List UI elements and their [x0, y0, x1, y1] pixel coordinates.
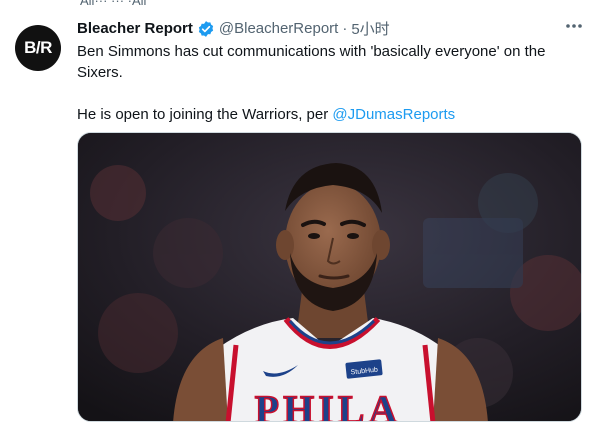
- photo-scene: StubHub PHILA: [78, 133, 581, 422]
- author-name[interactable]: Bleacher Report: [77, 20, 193, 37]
- jersey-lettering: PHILA: [255, 387, 402, 422]
- author-handle[interactable]: @BleacherReport: [219, 20, 338, 37]
- separator-dot: ·: [342, 20, 348, 37]
- previous-tweet-clip: Ali··· ··· ·Ali: [80, 0, 147, 8]
- avatar-logo-text: B/R: [24, 38, 52, 57]
- avatar[interactable]: B/R: [15, 25, 61, 71]
- mention-link[interactable]: @JDumasReports: [332, 106, 455, 123]
- tweet-text-line2-prefix: He is open to joining the Warriors, per: [77, 106, 333, 123]
- tweet-text: Ben Simmons has cut communications with …: [77, 41, 577, 125]
- tweet-media-image[interactable]: StubHub PHILA: [77, 132, 582, 422]
- timestamp[interactable]: 5小时: [351, 18, 389, 39]
- tweet-text-line2: He is open to joining the Warriors, per …: [77, 104, 577, 125]
- tweet-text-line1: Ben Simmons has cut communications with …: [77, 43, 546, 81]
- more-horizontal-icon[interactable]: [562, 16, 586, 36]
- tweet-header: Bleacher Report @BleacherReport · 5小时: [77, 18, 390, 39]
- verified-badge-icon: [197, 20, 215, 38]
